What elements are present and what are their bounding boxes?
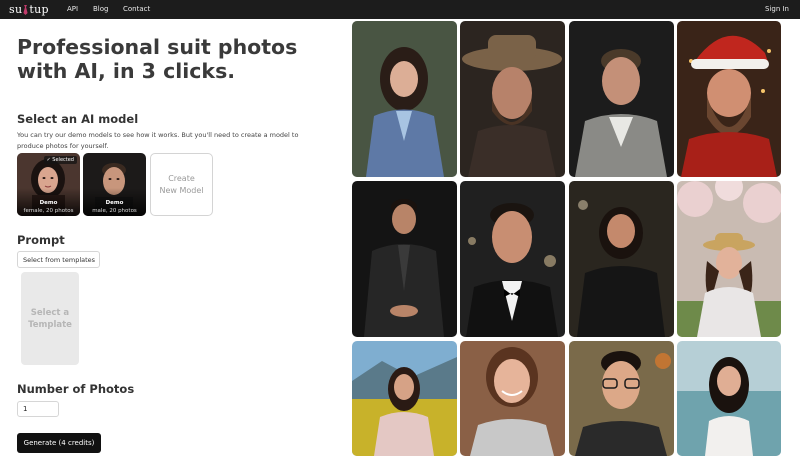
create-label-line-2: New Model: [159, 185, 204, 195]
title-line-2: with AI, in 3 clicks.: [17, 59, 236, 83]
demo-model-female-card[interactable]: ✓ Selected Demo female, 20 photos: [17, 153, 80, 216]
woman-hat-blossoms-photo: [677, 181, 781, 337]
number-of-photos-input[interactable]: 1: [17, 401, 59, 417]
prompt-section-heading: Prompt: [17, 233, 65, 247]
create-label-line-1: Create: [168, 173, 195, 183]
bearded-man-hat-photo: [460, 21, 565, 177]
selected-badge: ✓ Selected: [43, 156, 77, 164]
logo-text-right: tup: [29, 3, 49, 16]
woman-black-jacket-photo: [569, 181, 674, 337]
model-card-subtitle: male, 20 photos: [92, 208, 137, 214]
title-line-1: Professional suit photos: [17, 35, 298, 59]
template-select[interactable]: Select from templates: [17, 251, 100, 268]
sign-in-link[interactable]: Sign In: [765, 5, 789, 13]
woman-beach-photo: [677, 341, 781, 456]
template-label-line-1: Select a: [30, 307, 70, 318]
man-tuxedo-photo: [460, 181, 565, 337]
woman-flower-field-photo: [352, 341, 457, 456]
nav-link-blog[interactable]: Blog: [93, 5, 108, 13]
photos-section-heading: Number of Photos: [17, 382, 135, 396]
nav-link-api[interactable]: API: [67, 5, 78, 13]
man-grey-suit-photo: [569, 21, 674, 177]
nav-link-contact[interactable]: Contact: [123, 5, 150, 13]
tie-icon: [23, 4, 28, 15]
template-label-line-2: Template: [28, 319, 72, 330]
model-section-heading: Select an AI model: [17, 112, 139, 126]
logo-text-left: su: [9, 3, 23, 16]
logo[interactable]: su tup: [9, 2, 49, 17]
demo-model-male-card[interactable]: Demo male, 20 photos: [83, 153, 146, 216]
select-template-placeholder[interactable]: Select a Template: [21, 272, 79, 365]
top-navbar: su tup API Blog Contact Sign In: [0, 0, 800, 19]
woman-blue-suit-photo: [352, 21, 457, 177]
santa-hat-man-photo: [677, 21, 781, 177]
model-card-name: Demo: [105, 200, 124, 206]
generate-button[interactable]: Generate (4 credits): [17, 433, 101, 453]
page-title: Professional suit photos with AI, in 3 c…: [17, 35, 337, 83]
smiling-woman-photo: [460, 341, 565, 456]
model-card-subtitle: female, 20 photos: [23, 208, 74, 214]
model-section-description: You can try our demo models to see how i…: [17, 131, 299, 150]
model-card-name: Demo: [39, 200, 58, 206]
man-black-suit-photo: [352, 181, 457, 337]
man-glasses-photo: [569, 341, 674, 456]
create-new-model-button[interactable]: Create New Model: [150, 153, 213, 216]
